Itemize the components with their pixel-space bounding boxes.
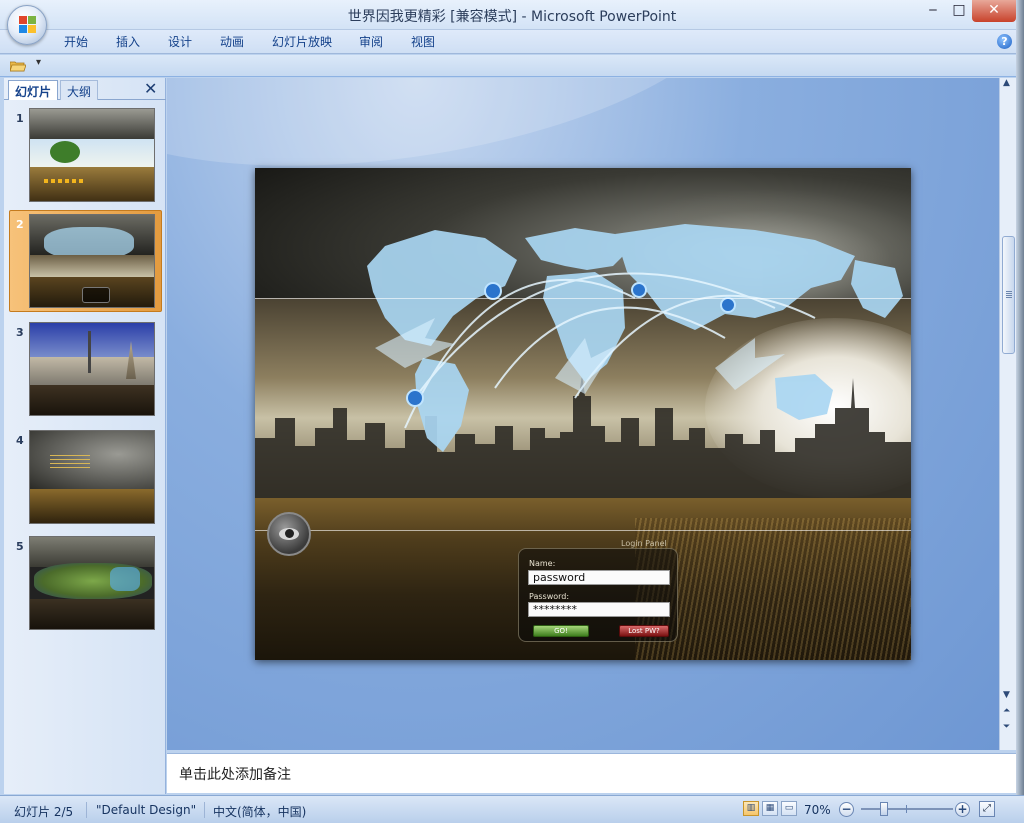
slide-thumbnail-4[interactable] xyxy=(29,430,155,524)
tab-slides[interactable]: 幻灯片 xyxy=(8,80,59,100)
zoom-out-icon[interactable]: − xyxy=(839,802,854,817)
slide-thumbnail-5[interactable] xyxy=(29,536,155,630)
slide-thumbnail-2[interactable] xyxy=(29,214,155,308)
tab-design[interactable]: 设计 xyxy=(168,33,192,50)
notes-placeholder: 单击此处添加备注 xyxy=(179,767,291,783)
lost-password-button[interactable]: Lost PW? xyxy=(619,625,669,637)
world-map xyxy=(367,224,903,452)
slideshow-view-icon[interactable]: ▭ xyxy=(781,801,797,816)
slide-rule-bottom xyxy=(255,530,911,531)
language-indicator[interactable]: 中文(简体，中国) xyxy=(213,803,306,820)
notes-pane[interactable]: 单击此处添加备注 xyxy=(167,753,1016,793)
tab-outline[interactable]: 大纲 xyxy=(60,80,99,100)
scroll-down-icon[interactable]: ▼ xyxy=(1003,690,1010,700)
minimize-button[interactable]: ‒ xyxy=(920,0,946,22)
slide-thumbnail-1[interactable] xyxy=(29,108,155,202)
open-folder-icon[interactable] xyxy=(10,60,26,72)
window-edge xyxy=(1016,0,1024,823)
tab-insert[interactable]: 插入 xyxy=(116,33,140,50)
previous-slide-icon[interactable]: ⏶ xyxy=(1003,706,1010,716)
customize-qat-icon[interactable]: ▾ xyxy=(36,57,41,68)
maximize-button[interactable]: □ xyxy=(946,0,972,22)
zoom-in-icon[interactable]: + xyxy=(955,802,970,817)
slide-rule-top xyxy=(255,298,911,299)
zoom-level[interactable]: 70% xyxy=(804,803,831,817)
tab-review[interactable]: 审阅 xyxy=(359,33,383,50)
next-slide-icon[interactable]: ⏷ xyxy=(1003,722,1010,732)
slide-sorter-icon[interactable]: ▦ xyxy=(762,801,778,816)
fit-to-window-icon[interactable]: ⤢ xyxy=(979,801,995,817)
slide-number: 4 xyxy=(16,434,24,447)
pane-tabs: 幻灯片 大纲 ✕ xyxy=(4,78,166,100)
vertical-scrollbar[interactable]: ▲ ▼ ⏶ ⏷ xyxy=(999,78,1016,750)
password-label: Password: xyxy=(529,592,570,601)
name-field[interactable]: password xyxy=(528,570,670,585)
ribbon-tabs: 开始 插入 设计 动画 幻灯片放映 审阅 视图 ? xyxy=(0,30,1024,54)
password-field[interactable]: ******** xyxy=(528,602,670,617)
zoom-slider[interactable] xyxy=(861,808,953,810)
eye-icon xyxy=(267,512,311,556)
name-label: Name: xyxy=(529,559,556,568)
help-icon[interactable]: ? xyxy=(997,34,1012,49)
tab-home[interactable]: 开始 xyxy=(64,33,88,50)
slides-pane: 幻灯片 大纲 ✕ 1 2 3 4 5 xyxy=(4,78,166,794)
current-slide[interactable]: Login Panel Name: password Password: ***… xyxy=(255,168,911,660)
login-panel: Name: password Password: ******** GO! Lo… xyxy=(518,548,678,642)
scroll-thumb[interactable] xyxy=(1002,236,1015,354)
slide-editing-area[interactable]: Login Panel Name: password Password: ***… xyxy=(167,78,999,750)
close-button[interactable]: ✕ xyxy=(972,0,1016,22)
zoom-slider-thumb[interactable] xyxy=(880,802,888,816)
slide-number: 1 xyxy=(16,112,24,125)
office-logo-icon xyxy=(19,16,37,34)
office-button[interactable] xyxy=(7,5,47,45)
theme-name: "Default Design" xyxy=(96,803,197,817)
close-pane-icon[interactable]: ✕ xyxy=(144,79,157,98)
slide-thumbnail-3[interactable] xyxy=(29,322,155,416)
title-bar: 世界因我更精彩 [兼容模式] - Microsoft PowerPoint ‒ … xyxy=(0,0,1024,30)
slide-number: 3 xyxy=(16,326,24,339)
tab-view[interactable]: 视图 xyxy=(411,33,435,50)
slide-number: 2 xyxy=(16,218,24,231)
tab-slideshow[interactable]: 幻灯片放映 xyxy=(272,33,332,50)
scroll-up-icon[interactable]: ▲ xyxy=(1003,78,1010,88)
window-title: 世界因我更精彩 [兼容模式] - Microsoft PowerPoint xyxy=(347,9,677,25)
normal-view-icon[interactable]: ▥ xyxy=(743,801,759,816)
status-bar: 幻灯片 2/5 "Default Design" 中文(简体，中国) ▥ ▦ ▭… xyxy=(0,795,1024,823)
slide-number: 5 xyxy=(16,540,24,553)
login-panel-title: Login Panel xyxy=(621,539,667,548)
tab-animations[interactable]: 动画 xyxy=(220,33,244,50)
go-button[interactable]: GO! xyxy=(533,625,589,637)
slide-indicator: 幻灯片 2/5 xyxy=(14,805,74,819)
quick-access-toolbar: ▾ xyxy=(0,55,1024,77)
